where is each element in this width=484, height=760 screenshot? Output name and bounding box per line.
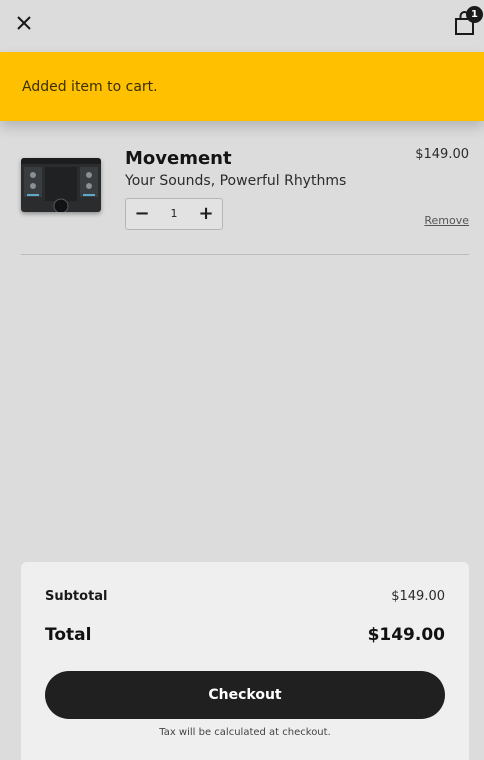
tax-note: Tax will be calculated at checkout. xyxy=(159,727,331,738)
subtotal-value: $149.00 xyxy=(391,589,445,604)
quantity-value[interactable]: 1 xyxy=(158,199,190,229)
quantity-stepper: − 1 + xyxy=(125,198,223,230)
item-subtitle: Your Sounds, Powerful Rhythms xyxy=(125,173,347,189)
total-value: $149.00 xyxy=(367,625,445,645)
total-label: Total xyxy=(45,625,92,645)
decrease-quantity-button[interactable]: − xyxy=(126,199,158,229)
cart-count-badge: 1 xyxy=(466,6,483,23)
cart-header: 1 xyxy=(0,0,484,52)
added-to-cart-notification: Added item to cart. xyxy=(0,52,484,121)
plugin-screenshot-image xyxy=(21,158,101,212)
item-price: $149.00 xyxy=(415,147,469,162)
subtotal-label: Subtotal xyxy=(45,589,108,604)
cart-item: Movement Your Sounds, Powerful Rhythms $… xyxy=(21,140,469,240)
notification-text: Added item to cart. xyxy=(22,79,158,95)
close-icon xyxy=(17,16,31,30)
checkout-button[interactable]: Checkout xyxy=(45,671,445,719)
item-divider xyxy=(21,254,469,255)
product-thumbnail[interactable] xyxy=(21,158,101,212)
close-button[interactable] xyxy=(14,12,36,34)
item-title[interactable]: Movement xyxy=(125,148,232,169)
remove-item-link[interactable]: Remove xyxy=(424,214,469,227)
order-summary: Subtotal $149.00 Total $149.00 Checkout … xyxy=(21,562,469,760)
increase-quantity-button[interactable]: + xyxy=(190,199,222,229)
